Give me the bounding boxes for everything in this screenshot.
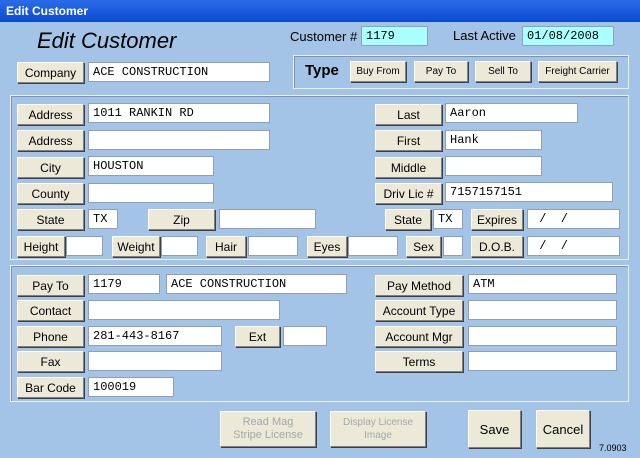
license-state-field[interactable]: TX bbox=[433, 209, 463, 229]
page-heading: Edit Customer bbox=[37, 28, 177, 53]
account-mgr-button[interactable]: Account Mgr bbox=[375, 326, 463, 347]
middle-name-field[interactable] bbox=[445, 156, 542, 176]
version-label: 7.0903 bbox=[599, 443, 627, 453]
drivers-license-field[interactable]: 7157157151 bbox=[445, 182, 613, 202]
zip-button[interactable]: Zip bbox=[148, 209, 215, 230]
address1-button[interactable]: Address bbox=[17, 104, 84, 125]
phone-button[interactable]: Phone bbox=[17, 326, 84, 347]
county-button[interactable]: County bbox=[17, 183, 84, 204]
bar-code-button[interactable]: Bar Code bbox=[17, 377, 84, 398]
customer-number-field[interactable]: 1179 bbox=[361, 26, 428, 46]
middle-name-button[interactable]: Middle bbox=[375, 157, 442, 178]
fax-button[interactable]: Fax bbox=[17, 351, 84, 372]
display-license-line1: Display License bbox=[342, 417, 414, 428]
eyes-button[interactable]: Eyes bbox=[307, 236, 347, 257]
read-mag-stripe-button[interactable]: Read Mag Stripe License bbox=[220, 411, 316, 447]
last-active-label: Last Active bbox=[453, 28, 516, 43]
hair-field[interactable] bbox=[248, 236, 298, 256]
pay-to-name-field[interactable]: ACE CONSTRUCTION bbox=[166, 274, 347, 294]
sex-button[interactable]: Sex bbox=[406, 236, 441, 257]
terms-field[interactable] bbox=[468, 351, 617, 371]
state-button[interactable]: State bbox=[17, 209, 84, 230]
address1-field[interactable]: 1011 RANKIN RD bbox=[88, 103, 270, 123]
freight-carrier-button[interactable]: Freight Carrier bbox=[538, 61, 617, 82]
state-field[interactable]: TX bbox=[88, 209, 118, 229]
weight-field[interactable] bbox=[161, 236, 198, 256]
ext-field[interactable] bbox=[283, 326, 327, 346]
height-button[interactable]: Height bbox=[17, 236, 65, 257]
hair-button[interactable]: Hair bbox=[206, 236, 246, 257]
expires-field[interactable]: / / bbox=[527, 209, 620, 229]
type-label: Type bbox=[305, 62, 339, 79]
last-name-field[interactable]: Aaron bbox=[445, 103, 578, 123]
weight-button[interactable]: Weight bbox=[112, 236, 160, 257]
last-active-field[interactable]: 01/08/2008 bbox=[522, 26, 614, 46]
county-field[interactable] bbox=[88, 183, 214, 203]
account-type-field[interactable] bbox=[468, 300, 617, 320]
first-name-button[interactable]: First bbox=[375, 130, 442, 151]
address2-button[interactable]: Address bbox=[17, 130, 84, 151]
dob-button[interactable]: D.O.B. bbox=[471, 236, 523, 257]
ext-button[interactable]: Ext bbox=[235, 326, 280, 347]
buy-from-button[interactable]: Buy From bbox=[350, 61, 406, 82]
read-mag-line2: Stripe License bbox=[233, 429, 303, 441]
last-name-button[interactable]: Last bbox=[375, 104, 442, 125]
account-mgr-field[interactable] bbox=[468, 326, 617, 346]
height-field[interactable] bbox=[66, 236, 103, 256]
dob-field[interactable]: / / bbox=[527, 236, 620, 256]
cancel-button[interactable]: Cancel bbox=[536, 410, 590, 448]
contact-field[interactable] bbox=[88, 300, 280, 320]
contact-button[interactable]: Contact bbox=[17, 300, 84, 321]
pay-to-id-field[interactable]: 1179 bbox=[88, 274, 160, 294]
pay-method-button[interactable]: Pay Method bbox=[375, 275, 463, 296]
sell-to-button[interactable]: Sell To bbox=[475, 61, 531, 82]
sex-field[interactable] bbox=[443, 236, 463, 256]
company-button[interactable]: Company bbox=[17, 62, 84, 83]
pay-method-field[interactable]: ATM bbox=[468, 274, 617, 294]
city-field[interactable]: HOUSTON bbox=[88, 156, 214, 176]
drivers-license-button[interactable]: Driv Lic # bbox=[375, 183, 442, 204]
window-title: Edit Customer bbox=[0, 0, 640, 22]
eyes-field[interactable] bbox=[348, 236, 398, 256]
account-type-button[interactable]: Account Type bbox=[375, 300, 463, 321]
phone-field[interactable]: 281-443-8167 bbox=[88, 326, 222, 346]
city-button[interactable]: City bbox=[17, 157, 84, 178]
first-name-field[interactable]: Hank bbox=[445, 130, 542, 150]
pay-to-button[interactable]: Pay To bbox=[17, 275, 84, 296]
display-license-image-button[interactable]: Display License Image bbox=[330, 411, 426, 447]
read-mag-line1: Read Mag bbox=[242, 416, 294, 428]
pay-to-type-button[interactable]: Pay To bbox=[414, 61, 468, 82]
address2-field[interactable] bbox=[88, 130, 270, 150]
display-license-line2: Image bbox=[364, 430, 392, 441]
customer-number-label: Customer # bbox=[290, 29, 358, 44]
terms-button[interactable]: Terms bbox=[375, 351, 463, 372]
fax-field[interactable] bbox=[88, 351, 222, 371]
save-button[interactable]: Save bbox=[468, 410, 521, 448]
company-field[interactable]: ACE CONSTRUCTION bbox=[88, 62, 270, 82]
license-state-button[interactable]: State bbox=[385, 209, 431, 230]
expires-button[interactable]: Expires bbox=[471, 209, 523, 230]
bar-code-field[interactable]: 100019 bbox=[88, 377, 174, 397]
zip-field[interactable] bbox=[219, 209, 316, 229]
